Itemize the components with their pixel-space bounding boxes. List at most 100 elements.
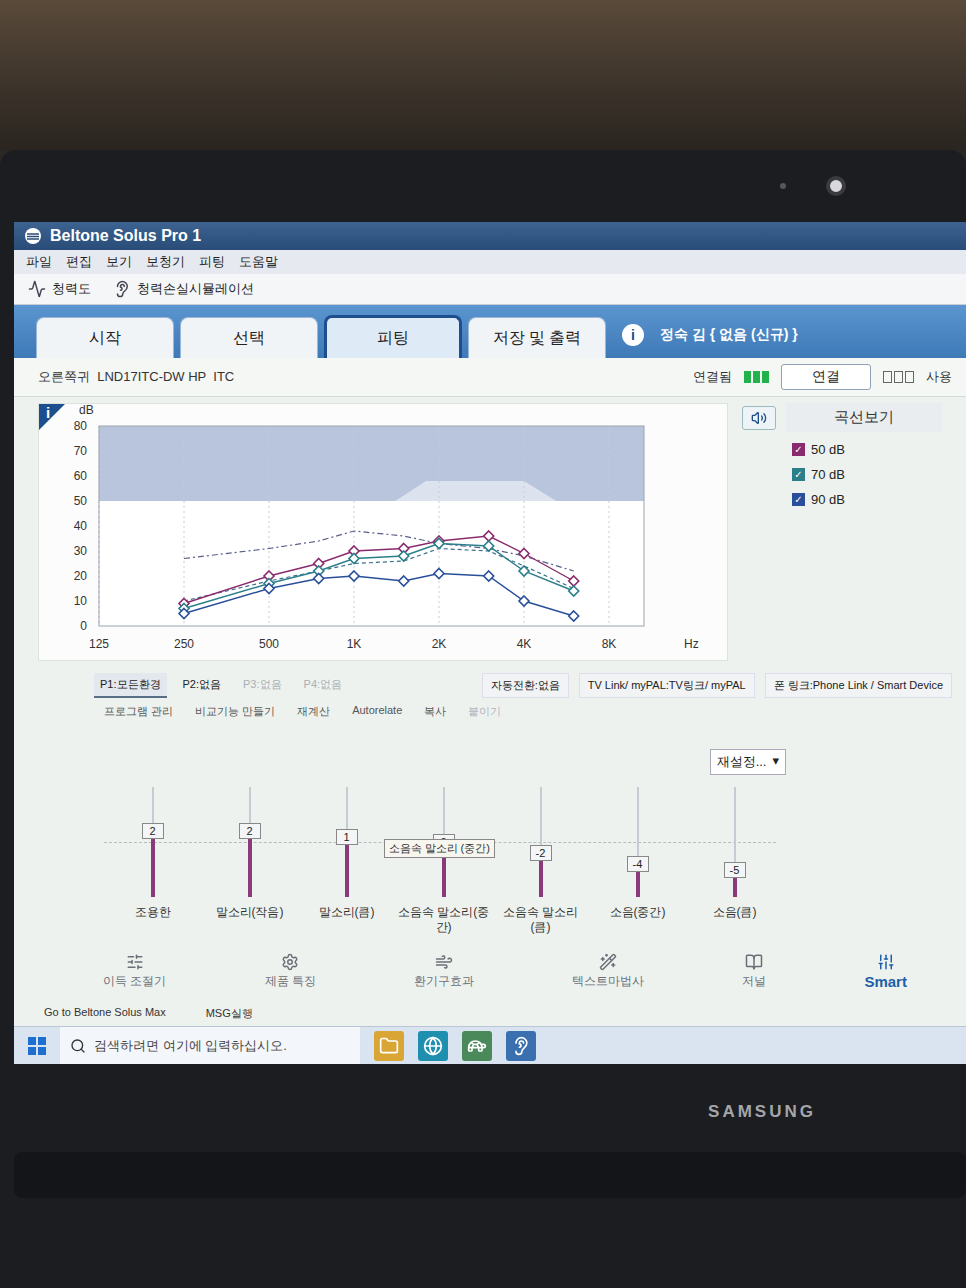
legend-checkbox[interactable]: ✓ xyxy=(792,493,805,506)
taskbar-app[interactable] xyxy=(506,1031,536,1061)
slider-track[interactable]: -2 xyxy=(526,787,556,897)
svg-text:10: 10 xyxy=(74,594,88,608)
menu-item[interactable]: 보기 xyxy=(106,253,132,271)
menu-item[interactable]: 파일 xyxy=(26,253,52,271)
hinge xyxy=(14,1152,966,1198)
slider-fill xyxy=(151,831,155,897)
menu-item[interactable]: 도움말 xyxy=(239,253,278,271)
slider-track[interactable]: 2 xyxy=(138,787,168,897)
footer-link[interactable]: MSG실행 xyxy=(206,1006,253,1021)
slider-track[interactable]: 0소음속 말소리 (중간) xyxy=(429,787,459,897)
nav-item[interactable]: Smart xyxy=(864,953,907,990)
folder-icon xyxy=(379,1036,399,1056)
menu-item[interactable]: 편집 xyxy=(66,253,92,271)
tab[interactable]: 시작 xyxy=(36,317,174,358)
search-icon xyxy=(70,1038,86,1054)
tab[interactable]: 피팅 xyxy=(324,315,462,358)
action-item[interactable]: 재계산 xyxy=(297,704,330,719)
program-link[interactable]: TV Link/ myPAL:TV링크/ myPAL xyxy=(579,673,755,698)
chart-section: dB807060504030201001252505001K2K4K8KHzi곡… xyxy=(14,397,966,661)
slider-thumb[interactable]: -5 xyxy=(724,862,746,878)
legend-panel: 곡선보기 ✓50 dB ✓70 dB ✓90 dB xyxy=(742,403,942,661)
nav-item[interactable]: 저널 xyxy=(742,953,766,990)
brand-logo: SAMSUNG xyxy=(708,1102,816,1122)
taskbar-app[interactable] xyxy=(374,1031,404,1061)
program-link[interactable]: 자동전환:없음 xyxy=(482,673,569,698)
legend-item[interactable]: ✓90 dB xyxy=(742,492,942,507)
windows-start-icon[interactable] xyxy=(28,1037,46,1055)
legend-checkbox[interactable]: ✓ xyxy=(792,468,805,481)
nav-icon xyxy=(599,953,617,971)
legend-item[interactable]: ✓70 dB xyxy=(742,467,942,482)
device-label: 오른쪽귀 LND17ITC-DW HP ITC xyxy=(38,368,681,386)
slider-track[interactable]: -5 xyxy=(720,787,750,897)
action-item[interactable]: 붙이기 xyxy=(468,704,501,719)
audiogram-icon xyxy=(28,280,46,298)
toolbar: 청력도 청력손실시뮬레이션 xyxy=(14,274,966,305)
slider-label: 소음(중간) xyxy=(592,905,684,920)
program-link[interactable]: 폰 링크:Phone Link / Smart Device xyxy=(765,673,952,698)
svg-text:30: 30 xyxy=(74,544,88,558)
svg-text:Hz: Hz xyxy=(684,637,699,651)
legend-item[interactable]: ✓50 dB xyxy=(742,442,942,457)
action-item[interactable]: 프로그램 관리 xyxy=(104,704,173,719)
toolbar-button[interactable]: 청력도 xyxy=(28,280,91,298)
svg-text:500: 500 xyxy=(259,637,279,651)
toolbar-button[interactable]: 청력손실시뮬레이션 xyxy=(113,280,254,298)
action-item[interactable]: 복사 xyxy=(424,704,446,719)
bottom-nav: 이득 조절기 제품 특징 환기구효과 텍스트마법사 저널 Smart xyxy=(14,935,966,990)
top-bezel xyxy=(14,150,966,222)
action-row: 프로그램 관리 비교기능 만들기 재계산 Autorelate 복사 붙이기 xyxy=(14,702,966,719)
info-icon[interactable]: i xyxy=(622,324,644,346)
slider-track[interactable]: 2 xyxy=(235,787,265,897)
footer: Go to Beltone Solus Max MSG실행 xyxy=(14,990,966,1021)
slider-thumb[interactable]: 2 xyxy=(239,823,261,839)
taskbar-app[interactable] xyxy=(418,1031,448,1061)
curve-series xyxy=(179,569,579,622)
menu-item[interactable]: 보청기 xyxy=(146,253,185,271)
action-item[interactable]: Autorelate xyxy=(352,704,402,719)
action-item[interactable]: 비교기능 만들기 xyxy=(195,704,275,719)
program-row: P1:모든환경 P2:없음 P3:없음 P4:없음 자동전환:없음 TV Link/ my… xyxy=(14,661,966,702)
slider-fill xyxy=(248,831,252,897)
webcam-icon xyxy=(826,176,846,196)
nav-icon xyxy=(281,953,299,971)
program-tab[interactable]: P4:없음 xyxy=(298,673,349,698)
slider-thumb[interactable]: 2 xyxy=(142,823,164,839)
nav-item[interactable]: 제품 특징 xyxy=(265,953,316,990)
screen: Beltone Solus Pro 1파일편집보기보청기피팅도움말청력도청력손실… xyxy=(14,222,966,1064)
bottom-bezel: SAMSUNG xyxy=(14,1064,966,1288)
nav-item[interactable]: 텍스트마법사 xyxy=(572,953,644,990)
slider-thumb[interactable]: -2 xyxy=(530,845,552,861)
nav-item[interactable]: 환기구효과 xyxy=(414,953,474,990)
program-tab[interactable]: P1:모든환경 xyxy=(94,673,167,698)
speaker-button[interactable] xyxy=(742,406,776,430)
slider-track[interactable]: -4 xyxy=(623,787,653,897)
footer-link[interactable]: Go to Beltone Solus Max xyxy=(44,1006,166,1021)
slider-label: 말소리(큼) xyxy=(301,905,393,920)
svg-text:2K: 2K xyxy=(432,637,447,651)
tab[interactable]: 선택 xyxy=(180,317,318,358)
program-tab[interactable]: P3:없음 xyxy=(237,673,288,698)
chart-info-icon[interactable]: i xyxy=(39,404,65,430)
menu-item[interactable]: 피팅 xyxy=(199,253,225,271)
photo-page: Beltone Solus Pro 1파일편집보기보청기피팅도움말청력도청력손실… xyxy=(0,0,966,1288)
reset-row: 재설정...▾ xyxy=(14,719,966,775)
slider-thumb[interactable]: -4 xyxy=(627,856,649,872)
program-tab[interactable]: P2:없음 xyxy=(177,673,228,698)
legend-title: 곡선보기 xyxy=(786,403,942,432)
nav-item[interactable]: 이득 조절기 xyxy=(103,953,166,990)
svg-text:70: 70 xyxy=(74,444,88,458)
patient-name: 정숙 김 { 없음 (신규) } xyxy=(660,326,798,344)
reset-dropdown[interactable]: 재설정...▾ xyxy=(710,749,786,775)
taskbar-app[interactable] xyxy=(462,1031,492,1061)
battery-indicator xyxy=(883,371,914,383)
tab[interactable]: 저장 및 출력 xyxy=(468,317,606,358)
nav-icon xyxy=(745,953,763,971)
taskbar-search[interactable]: 검색하려면 여기에 입력하십시오. xyxy=(60,1027,360,1065)
connect-button[interactable]: 연결 xyxy=(781,364,871,390)
legend-checkbox[interactable]: ✓ xyxy=(792,443,805,456)
slider-track[interactable]: 1 xyxy=(332,787,362,897)
slider-thumb[interactable]: 1 xyxy=(336,829,358,845)
device-row: 오른쪽귀 LND17ITC-DW HP ITC연결됨연결사용 xyxy=(14,358,966,397)
